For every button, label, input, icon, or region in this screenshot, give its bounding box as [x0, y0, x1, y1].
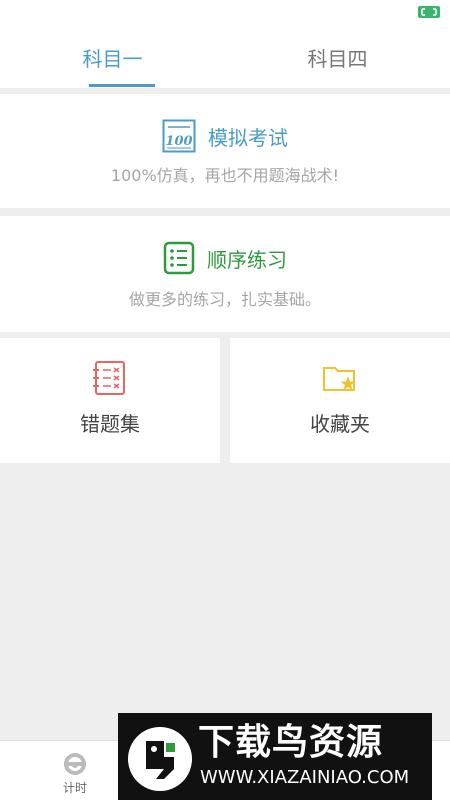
tab-subject-one[interactable]: 科目一 — [0, 44, 225, 88]
sequential-practice-card[interactable]: 顺序练习 做更多的练习，扎实基础。 — [0, 216, 450, 332]
watermark-url: WWW.XIAZAINIAO.COM — [200, 767, 410, 788]
svg-text:100: 100 — [165, 134, 192, 149]
exam-100-icon: 100 — [162, 119, 196, 153]
tab-selected-indicator — [89, 84, 155, 87]
mock-exam-subtitle: 100%仿真，再也不用题海战术! — [110, 166, 340, 185]
sequential-practice-subtitle: 做更多的练习，扎实基础。 — [128, 290, 321, 309]
watermark-banner: 下载鸟资源 WWW.XIAZAINIAO.COM — [118, 713, 432, 800]
wrong-questions-label: 错题集 — [80, 412, 140, 436]
watermark-title: 下载鸟资源 — [198, 722, 384, 763]
steering-wheel-icon — [64, 753, 86, 775]
bird-logo-icon — [128, 727, 192, 791]
wrong-questions-icon — [93, 361, 125, 395]
sequential-practice-title: 顺序练习 — [207, 247, 287, 272]
mock-exam-card[interactable]: 100 模拟考试 100%仿真，再也不用题海战术! — [0, 94, 450, 208]
favorites-tile[interactable]: 收藏夹 — [230, 338, 450, 463]
tab-subject-four[interactable]: 科目四 — [225, 44, 450, 88]
favorites-label: 收藏夹 — [310, 412, 370, 436]
wrong-questions-tile[interactable]: 错题集 — [0, 338, 220, 463]
favorites-folder-icon — [323, 367, 356, 391]
nav-item-timer[interactable]: 计时 — [19, 751, 131, 797]
top-bar: 科目一 科目四 — [0, 0, 450, 88]
mock-exam-title: 模拟考试 — [208, 125, 288, 150]
fullscreen-icon — [418, 6, 440, 18]
nav-label-timer: 计时 — [62, 781, 87, 795]
list-icon — [163, 241, 195, 275]
